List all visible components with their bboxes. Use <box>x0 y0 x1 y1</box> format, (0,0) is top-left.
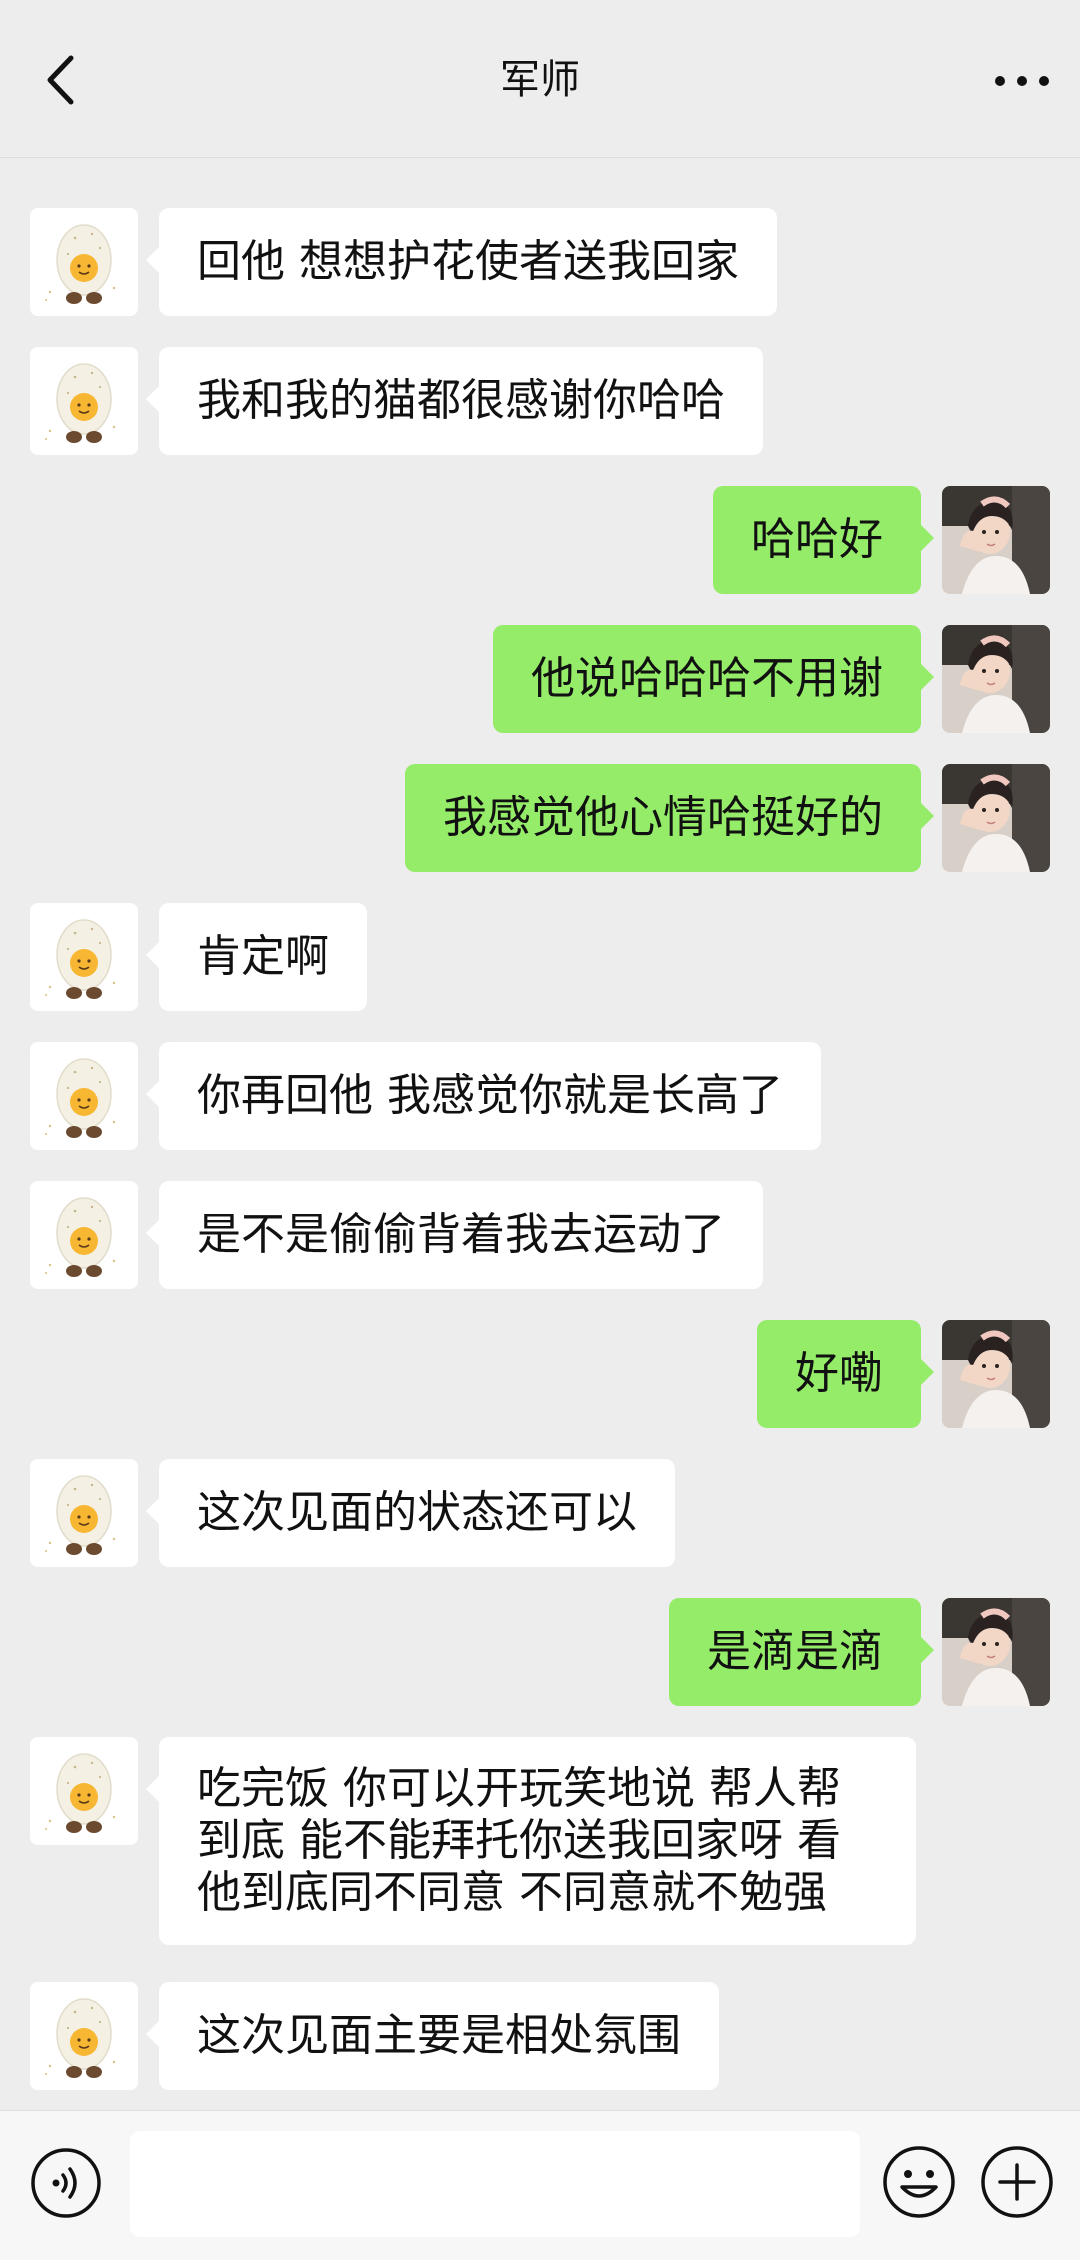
message-bubble[interactable]: 这次见面的状态还可以 <box>146 1459 675 1567</box>
my-avatar[interactable] <box>942 486 1050 594</box>
contact-avatar[interactable] <box>30 347 138 455</box>
emoji-button[interactable] <box>882 2145 956 2219</box>
message-bubble[interactable]: 他说哈哈哈不用谢 <box>493 625 934 733</box>
contact-avatar[interactable] <box>30 208 138 316</box>
voice-icon <box>31 2148 101 2218</box>
my-avatar[interactable] <box>942 1320 1050 1428</box>
contact-avatar[interactable] <box>30 1042 138 1150</box>
contact-avatar[interactable] <box>30 1737 138 1845</box>
message-bubble[interactable]: 我感觉他心情哈挺好的 <box>405 764 934 872</box>
more-horizontal-icon <box>995 76 1049 86</box>
message-bubble[interactable]: 我和我的猫都很感谢你哈哈 <box>146 347 763 455</box>
contact-avatar[interactable] <box>30 903 138 1011</box>
contact-avatar[interactable] <box>30 1181 138 1289</box>
more-button[interactable] <box>992 56 1052 106</box>
input-bar <box>0 2110 1080 2260</box>
chat-header: 军师 <box>0 0 1080 158</box>
message-bubble[interactable]: 好嘞 <box>757 1320 934 1428</box>
more-functions-button[interactable] <box>980 2145 1054 2219</box>
message-line: 到底 能不能拜托你送我回家呀 看 <box>197 1815 841 1866</box>
contact-avatar[interactable] <box>30 1459 138 1567</box>
voice-button[interactable] <box>30 2147 102 2219</box>
message-bubble[interactable]: 是不是偷偷背着我去运动了 <box>146 1181 763 1289</box>
plus-circle-icon <box>981 2146 1053 2218</box>
emoji-icon <box>883 2146 955 2218</box>
message-line: 他到底同不同意 不同意就不勉强 <box>197 1867 827 1918</box>
contact-avatar[interactable] <box>30 1982 138 2090</box>
message-bubble[interactable]: 回他 想想护花使者送我回家 <box>146 208 777 316</box>
message-bubble[interactable]: 哈哈好 <box>713 486 934 594</box>
my-avatar[interactable] <box>942 1598 1050 1706</box>
message-bubble[interactable]: 你再回他 我感觉你就是长高了 <box>146 1042 821 1150</box>
message-input[interactable] <box>130 2131 860 2237</box>
my-avatar[interactable] <box>942 764 1050 872</box>
message-list[interactable]: 回他 想想护花使者送我回家 我和我的猫都很感谢你哈哈 哈哈好 他说哈哈哈不用谢 … <box>0 0 1080 2110</box>
message-bubble[interactable]: 是滴是滴 <box>669 1598 934 1706</box>
my-avatar[interactable] <box>942 625 1050 733</box>
message-bubble[interactable]: 肯定啊 <box>146 903 367 1011</box>
message-bubble[interactable]: 这次见面主要是相处氛围 <box>146 1982 719 2090</box>
message-bubble[interactable]: 吃完饭 你可以开玩笑地说 帮人帮 到底 能不能拜托你送我回家呀 看 他到底同不同… <box>146 1737 916 1945</box>
chat-title: 军师 <box>500 57 580 103</box>
message-line: 吃完饭 你可以开玩笑地说 帮人帮 <box>197 1763 841 1814</box>
